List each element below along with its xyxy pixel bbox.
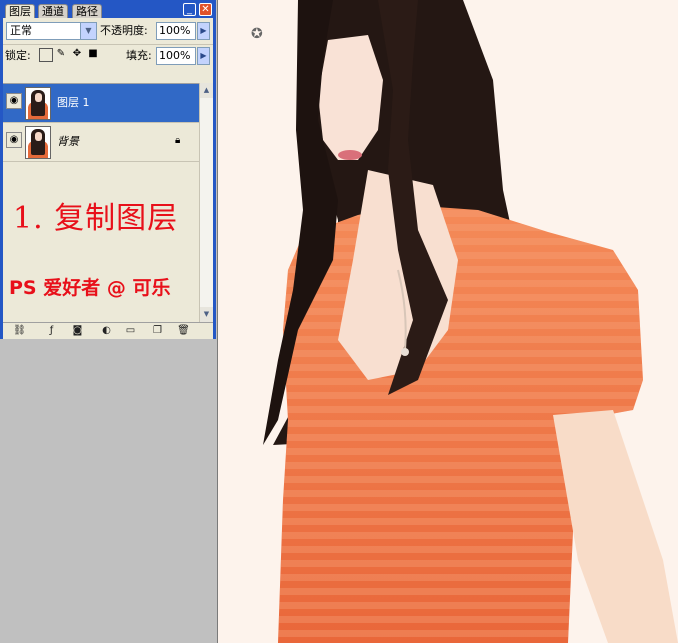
lock-all-icon[interactable]: ■ [87,48,99,60]
lasso-cursor-icon: ✪ [251,26,263,42]
layers-bottom-toolbar: ⛓ ƒ ◙ ◐ ▭ ❐ 🗑︎ [3,322,213,339]
lock-image-icon[interactable]: ✎ [55,48,67,60]
tutorial-step-text: 1. 复制图层 [13,201,179,236]
adjustment-layer-icon[interactable]: ◐ [100,325,113,337]
add-mask-icon[interactable]: ◙ [71,325,84,337]
chevron-down-icon: ▼ [80,23,96,39]
new-layer-icon[interactable]: ❐ [151,325,164,337]
lock-label: 锁定: [5,49,31,62]
lock-fill-row: 锁定: ✎ ✥ ■ 填充: 100% ▶ [3,44,213,67]
fill-label: 填充: [126,49,152,62]
layer-name: 图层 1 [57,96,90,109]
new-group-icon[interactable]: ▭ [124,325,137,337]
link-layers-icon[interactable]: ⛓ [13,325,26,337]
layers-scrollbar[interactable]: ▲ ▼ [199,83,213,323]
photo-woman-orange-shirt [263,0,678,643]
trash-icon[interactable]: 🗑︎ [177,325,190,337]
lock-icon: 🔒︎ [175,135,181,146]
opacity-slider-button[interactable]: ▶ [197,22,210,40]
blend-mode-select[interactable]: 正常 ▼ [6,22,97,40]
eye-icon[interactable]: ◉ [6,93,22,109]
minimize-icon[interactable]: _ [183,3,196,16]
layer-thumbnail [25,87,51,120]
fill-input[interactable]: 100% [156,47,196,65]
tutorial-credit-text: PS 爱好者 @ 可乐 [9,277,171,299]
scroll-up-icon[interactable]: ▲ [200,83,213,98]
panel-tab-bar: 图层 通道 路径 _ ✕ [3,3,213,18]
tab-paths[interactable]: 路径 [72,4,102,18]
eye-icon[interactable]: ◉ [6,132,22,148]
scroll-down-icon[interactable]: ▼ [200,307,213,322]
close-icon[interactable]: ✕ [199,3,212,16]
lock-position-icon[interactable]: ✥ [71,48,83,60]
opacity-input[interactable]: 100% [156,22,196,40]
tab-layers[interactable]: 图层 [5,4,35,18]
tab-channels[interactable]: 通道 [38,4,68,18]
opacity-label: 不透明度: [100,24,148,37]
document-canvas[interactable] [217,0,678,643]
lock-transparent-icon[interactable] [39,48,53,62]
layers-panel-body: 图层 通道 路径 _ ✕ 正常 ▼ 不透明度: 100% ▶ 锁定: ✎ ✥ ■… [3,3,213,339]
layer-style-icon[interactable]: ƒ [45,325,58,337]
layers-panel: 图层 通道 路径 _ ✕ 正常 ▼ 不透明度: 100% ▶ 锁定: ✎ ✥ ■… [0,0,216,339]
layer-name: 背景 [57,135,79,148]
blend-opacity-row: 正常 ▼ 不透明度: 100% ▶ [3,20,213,42]
blend-mode-value: 正常 [10,24,32,37]
layer-row-background[interactable]: ◉ 背景 🔒︎ [3,123,199,162]
layer-row-layer1[interactable]: ◉ 图层 1 [3,84,199,123]
layer-thumbnail [25,126,51,159]
fill-slider-button[interactable]: ▶ [197,47,210,65]
